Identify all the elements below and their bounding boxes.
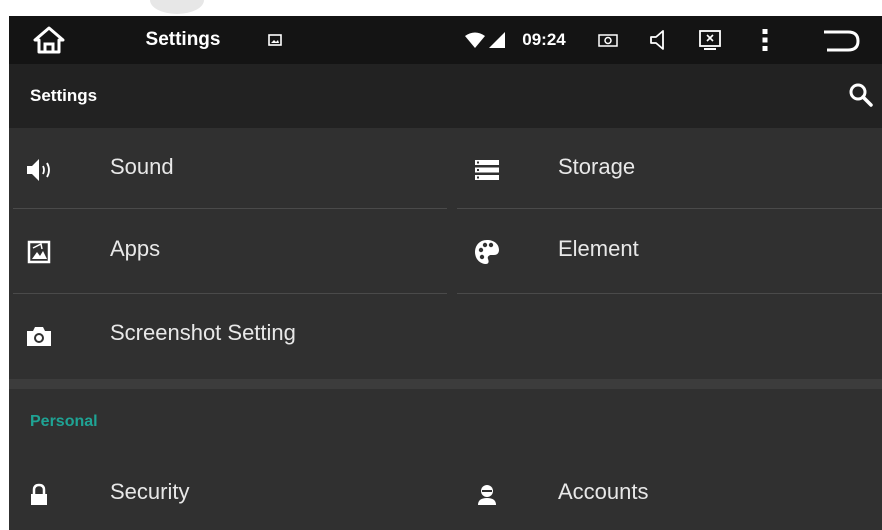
settings-item-screenshot[interactable]: Screenshot Setting [9, 294, 447, 378]
volume-icon[interactable] [645, 16, 671, 64]
search-icon [849, 83, 873, 107]
divider [457, 293, 882, 294]
settings-item-accounts[interactable]: Accounts [457, 453, 882, 530]
back-button[interactable] [819, 16, 863, 64]
settings-item-label: Element [558, 236, 639, 261]
action-bar: Settings [9, 64, 882, 128]
speaker-icon [25, 156, 53, 184]
page-title: Settings [30, 86, 98, 105]
divider [13, 208, 447, 209]
search-button[interactable] [848, 82, 876, 110]
lock-icon [25, 481, 53, 509]
storage-icon [473, 156, 501, 184]
settings-item-label: Security [110, 479, 190, 504]
device-section: Sound Storage Apps Element Screenshot Se… [9, 128, 882, 379]
settings-item-label: Sound [110, 154, 174, 179]
more-options-icon[interactable] [755, 16, 775, 64]
image-notification-icon [265, 16, 285, 64]
section-header-personal: Personal [30, 413, 98, 430]
status-bar: Settings 09:24 [9, 16, 882, 64]
clock-time: 09:24 [522, 30, 566, 49]
top-cropped-region [0, 0, 882, 16]
signal-icon [461, 16, 509, 64]
settings-item-label: Accounts [558, 479, 649, 504]
account-icon [473, 481, 501, 509]
settings-content: Sound Storage Apps Element Screenshot Se… [9, 128, 882, 530]
settings-item-element[interactable]: Element [457, 210, 882, 294]
divider [457, 208, 882, 209]
settings-item-security[interactable]: Security [9, 453, 447, 530]
close-app-icon[interactable] [695, 16, 725, 64]
back-icon [824, 30, 860, 52]
settings-item-sound[interactable]: Sound [9, 128, 447, 212]
settings-item-label: Apps [110, 236, 161, 261]
home-button[interactable] [29, 16, 69, 64]
settings-item-storage[interactable]: Storage [457, 128, 882, 212]
settings-item-label: Screenshot Setting [110, 320, 296, 345]
settings-item-apps[interactable]: Apps [9, 210, 447, 294]
personal-section: Personal Security Accounts [9, 389, 882, 530]
cropped-circle-shape [150, 0, 204, 14]
home-icon [33, 26, 65, 54]
screenshot-icon[interactable] [595, 16, 621, 64]
section-separator [9, 379, 882, 389]
camera-icon [25, 322, 53, 350]
apps-icon [25, 238, 53, 266]
settings-item-label: Storage [558, 154, 636, 179]
palette-icon [473, 238, 501, 266]
status-app-title: Settings [145, 29, 221, 50]
